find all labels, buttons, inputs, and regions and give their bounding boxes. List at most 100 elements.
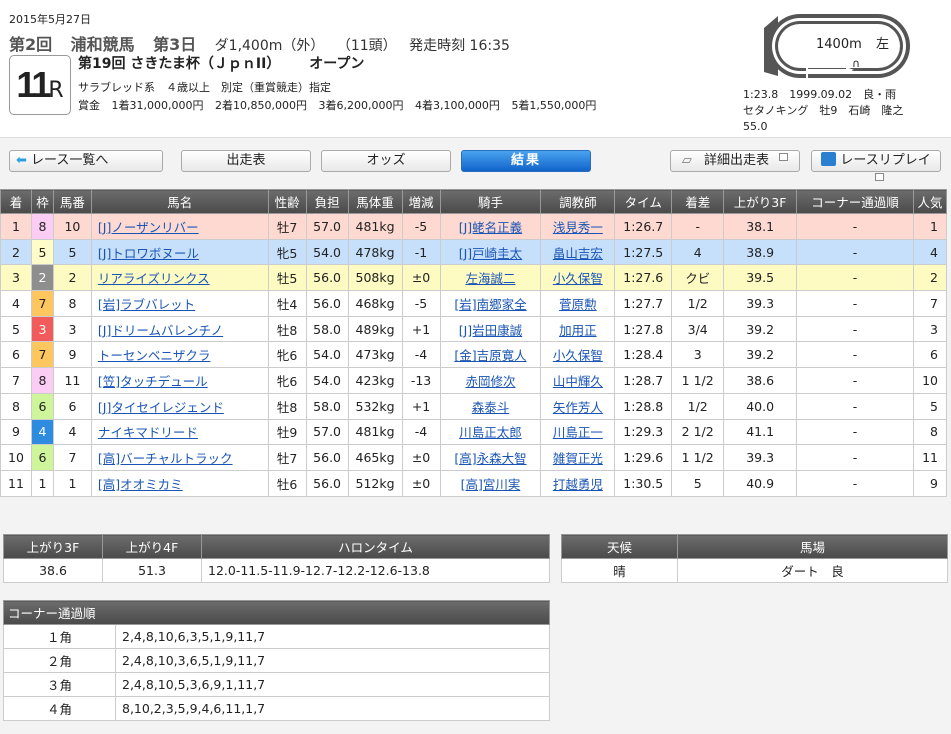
- horse-name-link[interactable]: [高]バーチャルトラック: [98, 451, 233, 466]
- finish-time: 1:27.5: [614, 238, 673, 266]
- trainer-link[interactable]: 畠山吉宏: [553, 246, 603, 261]
- jockey-cell: [高]永森大智: [439, 444, 542, 471]
- newspaper-icon: ▱: [681, 153, 692, 168]
- horse-name-link[interactable]: [岩]ラブバレット: [98, 297, 195, 312]
- result-row: 3 2 2 リアライズリンクス 牡5 56.0 508kg ±0 左海誠二 小久保智 1:27.6 ク…: [0, 264, 948, 292]
- prize-1: 1着31,000,000円: [111, 99, 204, 112]
- sex-age: 牡7: [267, 213, 307, 240]
- finish-time: 1:28.4: [614, 341, 673, 369]
- body-weight: 489kg: [347, 315, 403, 343]
- weight-change: -5: [401, 213, 441, 240]
- col-header: 増減: [401, 189, 441, 214]
- tab-results[interactable]: 結果: [461, 150, 591, 172]
- horse-name-link[interactable]: リアライズリンクス: [98, 271, 210, 286]
- jockey-link[interactable]: [J]岩田康誠: [459, 323, 522, 338]
- race-title-line: 第19回 さきたま杯（ＪｐｎII） オープン: [78, 53, 364, 73]
- jockey-link[interactable]: 左海誠二: [465, 271, 515, 286]
- weight-change: +1: [401, 392, 441, 420]
- jockey-link[interactable]: 赤岡修次: [465, 374, 515, 389]
- body-weight: 473kg: [347, 341, 403, 369]
- finish-position: 10: [0, 444, 32, 471]
- popularity: 1: [912, 213, 948, 240]
- weight-change: ±0: [401, 264, 441, 292]
- finish-position: 11: [0, 469, 32, 497]
- finish-position: 7: [0, 367, 32, 394]
- horse-number: 11: [52, 367, 92, 394]
- carried-weight: 54.0: [305, 341, 349, 369]
- finish-time: 1:27.8: [614, 315, 673, 343]
- jockey-cell: 川島正太郎: [439, 418, 542, 446]
- margin: 1/2: [671, 392, 725, 420]
- sex-age: 牡4: [267, 290, 307, 317]
- jockey-link[interactable]: [J]蛯名正義: [459, 220, 522, 235]
- race-suffix: R: [48, 78, 64, 103]
- horse-name-link[interactable]: ナイキマドリード: [98, 425, 198, 440]
- horse-name-link[interactable]: [笠]タッチデュール: [98, 374, 208, 389]
- race-replay-button[interactable]: レースリプレイ: [811, 150, 941, 181]
- race-date: 2015年5月27日: [9, 13, 91, 26]
- horse-name-link[interactable]: [J]タイセイレジェンド: [98, 400, 224, 415]
- furlong-times: 12.0-11.5-11.9-12.7-12.2-12.6-13.8: [201, 558, 550, 583]
- detailed-entries-button[interactable]: ▱ 詳細出走表: [670, 150, 800, 172]
- horse-number: 6: [52, 392, 92, 420]
- jockey-link[interactable]: [J]戸崎圭太: [459, 246, 522, 261]
- trainer-link[interactable]: 雑賀正光: [553, 451, 603, 466]
- trainer-link[interactable]: 小久保智: [553, 348, 603, 363]
- corner-order: -: [796, 367, 914, 394]
- margin: 3: [671, 341, 725, 369]
- trainer-link[interactable]: 矢作芳人: [553, 400, 603, 415]
- popularity: 2: [912, 264, 948, 292]
- last-3f: 39.3: [723, 290, 798, 317]
- lap-header: 上がり3F: [3, 534, 103, 559]
- trainer-link[interactable]: 川島正一: [553, 425, 603, 440]
- horse-name-link[interactable]: トーセンベニザクラ: [98, 348, 211, 363]
- last-4f: 51.3: [102, 558, 202, 583]
- trainer-link[interactable]: 小久保智: [553, 271, 603, 286]
- sex-age: 牝6: [267, 367, 307, 394]
- jockey-link[interactable]: [金]吉原寛人: [454, 348, 526, 363]
- horse-name-link[interactable]: [高]オオミカミ: [98, 477, 183, 492]
- weather-header: 天候: [561, 534, 678, 559]
- sex-age: 牝6: [267, 341, 307, 369]
- tab-odds[interactable]: オッズ: [321, 150, 451, 172]
- corner-order: -: [796, 418, 914, 446]
- post-bracket: 7: [30, 290, 54, 317]
- horse-name-link[interactable]: [J]ノーザンリバー: [98, 220, 199, 235]
- jockey-cell: [J]岩田康誠: [439, 315, 542, 343]
- finish-time: 1:29.6: [614, 444, 673, 471]
- corner-order: -: [796, 392, 914, 420]
- prize-3: 3着6,200,000円: [318, 99, 404, 112]
- tab-entries[interactable]: 出走表: [181, 150, 311, 172]
- finish-position: 8: [0, 392, 32, 420]
- film-icon: [821, 152, 837, 166]
- trainer-link[interactable]: 菅原勲: [559, 297, 597, 312]
- jockey-link[interactable]: 川島正太郎: [459, 425, 522, 440]
- trainer-link[interactable]: 打越勇児: [553, 477, 603, 492]
- trainer-cell: 菅原勲: [540, 290, 616, 317]
- col-header: 負担: [305, 189, 349, 214]
- trainer-link[interactable]: 浅見秀一: [553, 220, 603, 235]
- popularity: 6: [912, 341, 948, 369]
- sex-age: 牡9: [267, 418, 307, 446]
- back-to-race-list-button[interactable]: ⬅ レース一覧へ: [9, 150, 163, 172]
- margin: -: [671, 213, 725, 240]
- jockey-link[interactable]: [岩]南郷家全: [454, 297, 526, 312]
- horse-name-link[interactable]: [J]トロワボヌール: [98, 246, 199, 261]
- results-header-row: 着 枠 馬番 馬名 性齢 負担 馬体重 増減 騎手 調教師 タイム 着差 上がり…: [0, 189, 948, 214]
- horse-name-link[interactable]: [J]ドリームバレンチノ: [98, 323, 223, 338]
- trainer-link[interactable]: 加用正: [559, 323, 597, 338]
- post-time: 発走時刻 16:35: [409, 38, 510, 54]
- popularity: 7: [912, 290, 948, 317]
- race-header: 2015年5月27日 第2回 浦和競馬 第3日 ダ1,400m（外） （11頭）…: [0, 0, 951, 138]
- jockey-link[interactable]: 森泰斗: [472, 400, 510, 415]
- trainer-link[interactable]: 山中輝久: [553, 374, 603, 389]
- horse-name-cell: [高]オオミカミ: [90, 469, 269, 497]
- sex-age: 牡8: [267, 392, 307, 420]
- runner-count: （11頭）: [336, 38, 397, 54]
- carried-weight: 56.0: [305, 290, 349, 317]
- jockey-link[interactable]: [高]永森大智: [454, 451, 526, 466]
- horse-name-cell: [J]トロワボヌール: [90, 238, 269, 266]
- last-3f: 41.1: [723, 418, 798, 446]
- jockey-link[interactable]: [高]宮川実: [461, 477, 521, 492]
- venue: 浦和競馬: [70, 35, 135, 54]
